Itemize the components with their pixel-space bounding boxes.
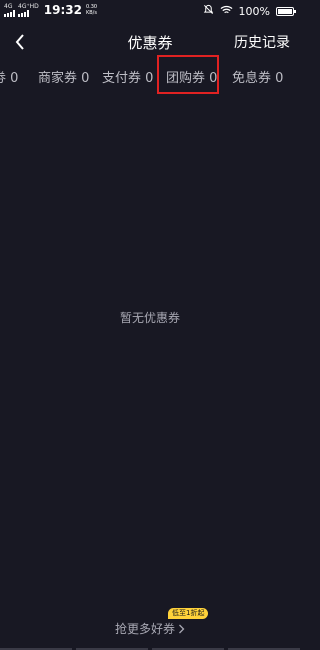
signal-icon-1: 4G	[4, 2, 15, 17]
tab-partial[interactable]: 劵 0	[0, 67, 18, 86]
battery-icon	[276, 6, 296, 16]
tab-group-buy-coupons[interactable]: 团购券 0	[166, 67, 217, 86]
alarm-off-icon	[203, 4, 214, 18]
get-more-coupons-label: 抢更多好券	[114, 622, 175, 636]
back-button[interactable]	[8, 28, 32, 56]
battery-percent: 100%	[238, 4, 270, 18]
history-records-link[interactable]: 历史记录	[234, 32, 290, 52]
network-type-1: 4G	[4, 2, 13, 10]
status-bar: 4G 4G⁺HD 19:32 0.30 KB/s 100%	[0, 0, 300, 22]
tab-interest-free-coupons[interactable]: 免息券 0	[232, 67, 283, 86]
status-left: 4G 4G⁺HD 19:32 0.30 KB/s	[4, 3, 97, 17]
chevron-right-icon	[178, 623, 185, 637]
coupon-tabs: 劵 0 商家券 0 支付券 0 团购券 0 免息券 0	[0, 58, 300, 90]
status-time: 19:32	[43, 3, 82, 17]
signal-icon-2: 4G⁺HD	[18, 2, 39, 17]
empty-state-message: 暂无优惠券	[119, 311, 180, 325]
nav-bar: 优惠券 历史记录	[0, 28, 300, 56]
wifi-icon	[220, 5, 233, 18]
status-right: 100%	[203, 4, 296, 18]
network-speed-unit: KB/s	[85, 10, 97, 16]
network-speed: 0.30 KB/s	[86, 4, 97, 16]
tab-payment-coupons[interactable]: 支付券 0	[102, 67, 153, 86]
tab-merchant-coupons[interactable]: 商家券 0	[38, 67, 89, 86]
chevron-left-icon	[15, 34, 24, 50]
get-more-coupons-link[interactable]: 抢更多好券	[0, 620, 300, 637]
promo-badge: 低至1折起	[168, 608, 209, 619]
network-type-2: 4G⁺HD	[18, 2, 39, 10]
